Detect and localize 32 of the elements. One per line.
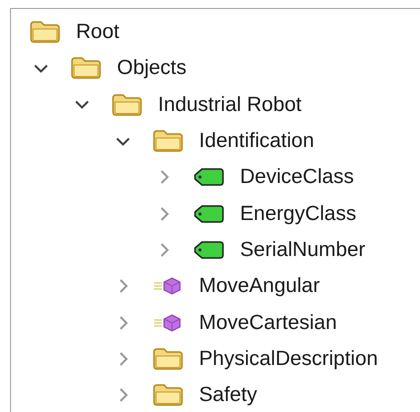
chevron-right-icon[interactable]	[118, 316, 128, 330]
tag-icon	[194, 204, 224, 224]
chevron-down-icon[interactable]	[75, 100, 89, 110]
node-label[interactable]: Objects	[117, 56, 186, 80]
node-label[interactable]: EnergyClass	[240, 202, 356, 226]
chevron-down-icon[interactable]	[116, 136, 130, 146]
folder-icon	[71, 57, 101, 80]
node-label[interactable]: Root	[76, 20, 120, 44]
chevron-right-icon[interactable]	[160, 206, 168, 221]
tag-icon	[194, 240, 224, 260]
node-label[interactable]: Safety	[199, 383, 258, 408]
folder-icon	[112, 94, 142, 116]
chevron-right-icon[interactable]	[160, 242, 168, 257]
folder-icon	[153, 348, 183, 370]
node-label[interactable]: Industrial Robot	[158, 92, 302, 117]
node-label[interactable]: DeviceClass	[240, 165, 354, 190]
folder-icon	[153, 130, 183, 152]
tag-icon	[194, 167, 224, 188]
chevron-right-icon[interactable]	[118, 279, 128, 294]
node-label[interactable]: PhysicalDescription	[199, 346, 378, 371]
chevron-right-icon[interactable]	[160, 170, 168, 184]
method-icon	[153, 276, 183, 296]
chevron-right-icon[interactable]	[118, 352, 128, 366]
folder-icon	[30, 21, 60, 44]
node-label[interactable]: Identification	[199, 129, 314, 154]
node-label[interactable]: SerialNumber	[240, 238, 366, 262]
chevron-down-icon[interactable]	[34, 64, 48, 73]
method-icon	[153, 312, 183, 333]
chevron-right-icon[interactable]	[118, 388, 128, 402]
node-label[interactable]: MoveAngular	[199, 274, 320, 298]
node-label[interactable]: MoveCartesian	[199, 310, 337, 335]
folder-icon	[153, 384, 183, 406]
